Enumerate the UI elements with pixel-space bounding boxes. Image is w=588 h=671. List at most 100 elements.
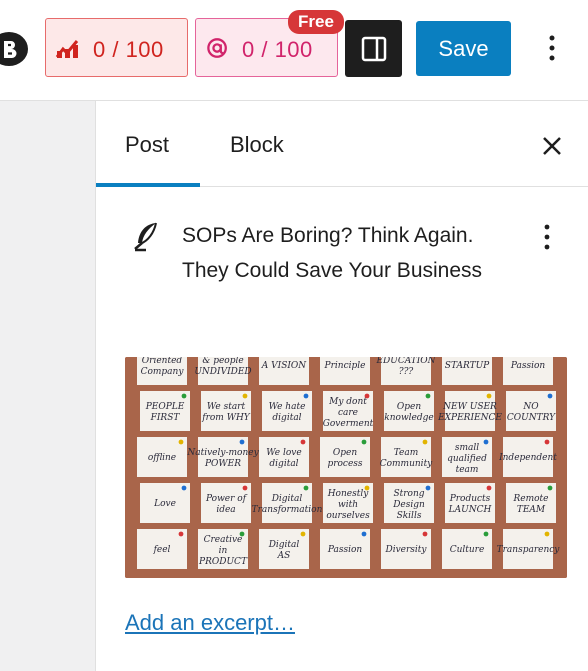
- sticky-note-text: digital: [269, 459, 298, 469]
- sticky-note: Diversity: [381, 529, 431, 569]
- push-pin: [425, 393, 431, 399]
- sticky-note-text: COUNTRY: [507, 413, 556, 423]
- sticky-note-text: POWER: [204, 459, 241, 469]
- sticky-note-text: EXPERIENCE: [437, 413, 502, 423]
- sticky-note-text: Community: [380, 459, 433, 469]
- sticky-note-text: TEAM: [517, 505, 546, 515]
- sticky-note-text: Digital: [268, 540, 300, 550]
- sticky-note-text: AS: [277, 551, 291, 561]
- sticky-note-text: EDUCATION: [375, 357, 436, 366]
- sticky-note-text: Oriented: [142, 357, 183, 366]
- sticky-note: Love: [140, 483, 190, 523]
- sticky-note-text: Honestly: [327, 489, 370, 499]
- sticky-note: TeamCommunity: [380, 437, 433, 477]
- sticky-note-text: FIRST: [150, 413, 181, 423]
- sticky-note-text: in: [219, 546, 228, 556]
- sticky-note: ProductsLAUNCH: [445, 483, 495, 523]
- sticky-note: feel: [137, 529, 187, 569]
- sticky-note: OrientedCompany: [137, 357, 187, 385]
- sticky-note: We hatedigital: [262, 391, 312, 431]
- sticky-note: We startfrom WHY: [201, 391, 251, 431]
- sticky-note-text: from WHY: [201, 413, 251, 423]
- sticky-note-text: ???: [399, 367, 414, 377]
- sticky-note-text: A VISION: [261, 361, 308, 371]
- add-excerpt-link[interactable]: Add an excerpt…: [125, 610, 295, 636]
- push-pin: [361, 439, 367, 445]
- sticky-note-text: Open: [333, 448, 357, 458]
- vertical-ellipsis-icon: [544, 224, 550, 250]
- sticky-note: Passion: [320, 529, 370, 569]
- sticky-note-text: Transformation: [252, 505, 323, 515]
- active-tab-indicator: [96, 183, 200, 187]
- sticky-note: Openprocess: [320, 437, 370, 477]
- sticky-note: Principle: [320, 357, 370, 385]
- push-pin: [303, 393, 309, 399]
- close-icon: [543, 137, 561, 155]
- sticky-note-text: Goverment: [323, 419, 374, 429]
- push-pin: [547, 485, 553, 491]
- sticky-note-text: NEW USER: [442, 402, 497, 412]
- sticky-note-text: Design: [392, 500, 425, 510]
- push-pin: [364, 485, 370, 491]
- sticky-note-text: small: [455, 443, 479, 453]
- sticky-note-text: care: [338, 408, 358, 418]
- sticky-note-text: with: [338, 500, 358, 510]
- sticky-note: NOCOUNTRY: [506, 391, 556, 431]
- push-pin: [303, 485, 309, 491]
- push-pin: [178, 439, 184, 445]
- sticky-note-text: & people: [202, 357, 243, 366]
- sticky-note: DigitalAS: [259, 529, 309, 569]
- editor-toolbar: 0 / 100 0 / 100 Free Save: [0, 0, 588, 101]
- push-pin: [422, 439, 428, 445]
- sticky-note: EDUCATION???: [375, 357, 437, 385]
- sticky-note-text: Power of: [205, 494, 248, 504]
- post-actions-button[interactable]: [532, 220, 562, 254]
- options-menu-button[interactable]: [535, 30, 569, 66]
- sticky-note: & peopleUNDIVIDED: [194, 357, 252, 385]
- vertical-ellipsis-icon: [549, 35, 555, 61]
- sticky-note-text: We hate: [269, 402, 306, 412]
- sticky-note-text: PRODUCT: [198, 557, 248, 567]
- content-score-value: 0 / 100: [242, 37, 313, 62]
- save-button[interactable]: Save: [416, 21, 511, 76]
- seo-score-button[interactable]: 0 / 100: [45, 18, 188, 77]
- settings-sidebar: Post Block SOPs Are Boring? Think Again.…: [96, 101, 588, 671]
- featured-image[interactable]: Oriented Company & people UNDIVIDED A VISION…: [125, 357, 567, 578]
- tab-block[interactable]: Block: [230, 101, 284, 187]
- tab-post[interactable]: Post: [125, 101, 169, 187]
- sidebar-layout-icon: [361, 36, 386, 61]
- sticky-note: offline: [137, 437, 187, 477]
- sticky-note: smallqualifiedteam: [442, 437, 492, 477]
- sticky-note-text: team: [456, 465, 479, 475]
- sticky-note-text: Strong: [393, 489, 424, 499]
- close-sidebar-button[interactable]: [536, 130, 568, 162]
- sticky-note: Culture: [442, 529, 492, 569]
- push-pin: [486, 485, 492, 491]
- push-pin: [544, 439, 550, 445]
- sidebar-tabs: Post Block: [96, 101, 588, 187]
- editor-canvas[interactable]: [0, 101, 96, 671]
- push-pin: [483, 531, 489, 537]
- push-pin: [181, 485, 187, 491]
- sticky-note-text: Team: [394, 448, 419, 458]
- sticky-note-text: qualified: [447, 454, 487, 464]
- sidebar-toggle-button[interactable]: [345, 20, 402, 77]
- sticky-note: Openknowledge: [384, 391, 434, 431]
- sticky-note: Transparency: [497, 529, 560, 569]
- push-pin: [486, 393, 492, 399]
- push-pin: [483, 439, 489, 445]
- sticky-note-text: Remote: [513, 494, 549, 504]
- b-logo-icon[interactable]: [0, 32, 28, 66]
- sticky-note-text: Open: [397, 402, 421, 412]
- sticky-note: Passion: [503, 357, 553, 385]
- push-pin: [364, 393, 370, 399]
- sticky-note-text: Creative: [204, 535, 243, 545]
- sticky-note-text: Diversity: [384, 545, 427, 555]
- post-title: SOPs Are Boring? Think Again. They Could…: [182, 224, 483, 282]
- sticky-note: We lovedigital: [259, 437, 309, 477]
- sticky-note-text: Company: [141, 367, 185, 377]
- sticky-note-text: knowledge: [384, 413, 433, 423]
- sticky-note-text: Independent: [498, 453, 557, 463]
- push-pin: [422, 531, 428, 537]
- sticky-note-text: offline: [148, 453, 176, 463]
